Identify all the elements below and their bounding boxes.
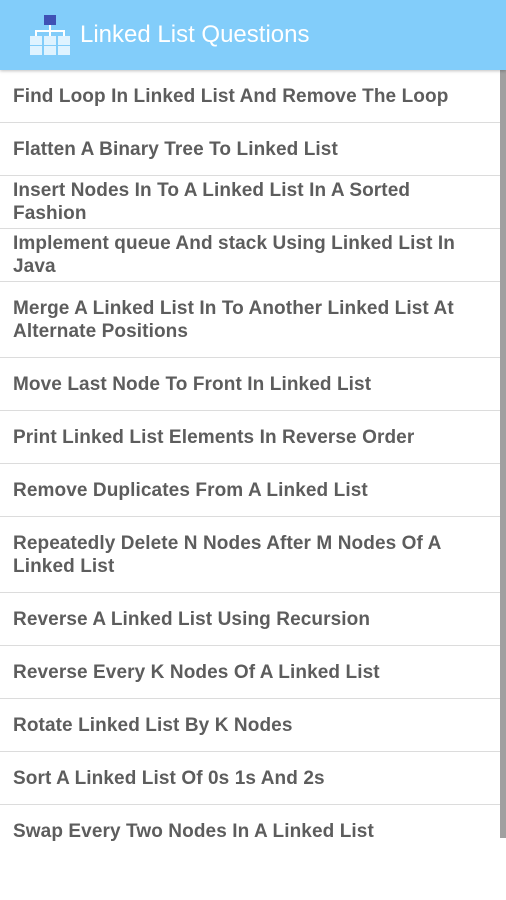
list-item[interactable]: Print Linked List Elements In Reverse Or… [0, 411, 500, 464]
list-item[interactable]: Reverse A Linked List Using Recursion [0, 593, 500, 646]
list-item[interactable]: Move Last Node To Front In Linked List [0, 358, 500, 411]
list-item-label: Reverse A Linked List Using Recursion [13, 608, 371, 630]
list-item-label: Move Last Node To Front In Linked List [13, 373, 372, 395]
list-item[interactable]: Flatten A Binary Tree To Linked List [0, 123, 500, 176]
list-item-label: Merge A Linked List In To Another Linked… [13, 297, 454, 342]
list-item[interactable]: Merge A Linked List In To Another Linked… [0, 282, 500, 358]
list-item-label: Remove Duplicates From A Linked List [13, 479, 368, 501]
hierarchy-icon [30, 14, 70, 56]
list-item-label: Implement queue And stack Using Linked L… [13, 233, 456, 277]
list-item[interactable]: Remove Duplicates From A Linked List [0, 464, 500, 517]
list-item-label: Repeatedly Delete N Nodes After M Nodes … [13, 532, 441, 577]
list-item-label: Swap Every Two Nodes In A Linked List [13, 821, 374, 842]
list-item[interactable]: Sort A Linked List Of 0s 1s And 2s [0, 752, 500, 805]
scrollbar[interactable] [500, 70, 506, 838]
list-item-label: Find Loop In Linked List And Remove The … [13, 85, 449, 107]
list-item[interactable]: Insert Nodes In To A Linked List In A So… [0, 176, 500, 229]
list-item[interactable]: Repeatedly Delete N Nodes After M Nodes … [0, 517, 500, 593]
question-list: Find Loop In Linked List And Remove The … [0, 70, 500, 858]
scrollbar-thumb[interactable] [500, 70, 506, 838]
list-item-label: Rotate Linked List By K Nodes [13, 714, 293, 736]
list-item[interactable]: Reverse Every K Nodes Of A Linked List [0, 646, 500, 699]
app-bar: Linked List Questions [0, 0, 506, 70]
app-title: Linked List Questions [80, 21, 310, 48]
list-item-label: Print Linked List Elements In Reverse Or… [13, 426, 415, 448]
list-item[interactable]: Implement queue And stack Using Linked L… [0, 229, 500, 282]
list-item[interactable]: Rotate Linked List By K Nodes [0, 699, 500, 752]
list-item-label: Sort A Linked List Of 0s 1s And 2s [13, 767, 325, 789]
list-item-label: Insert Nodes In To A Linked List In A So… [13, 180, 411, 224]
list-item-label: Flatten A Binary Tree To Linked List [13, 138, 338, 160]
app-screen: Linked List Questions Find Loop In Linke… [0, 0, 506, 900]
list-item[interactable]: Swap Every Two Nodes In A Linked List [0, 805, 500, 858]
list-item[interactable]: Find Loop In Linked List And Remove The … [0, 70, 500, 123]
list-item-label: Reverse Every K Nodes Of A Linked List [13, 661, 380, 683]
